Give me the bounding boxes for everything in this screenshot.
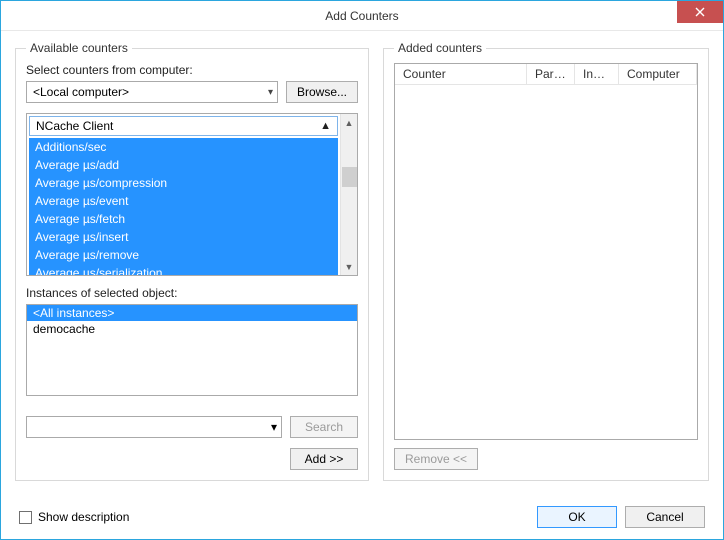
- counters-scrollbar[interactable]: ▲ ▼: [340, 114, 357, 275]
- collapse-icon: ▲: [320, 120, 331, 132]
- added-counters-legend: Added counters: [394, 41, 486, 55]
- checkbox-icon: [19, 511, 32, 524]
- available-counters-group: Available counters Select counters from …: [15, 41, 369, 481]
- computer-combobox-value: <Local computer>: [33, 85, 129, 99]
- column-header[interactable]: Inst...: [575, 64, 619, 84]
- column-header[interactable]: Computer: [619, 64, 697, 84]
- computer-combobox[interactable]: <Local computer> ▾: [26, 81, 278, 103]
- show-description-checkbox[interactable]: Show description: [19, 510, 129, 524]
- added-counters-table[interactable]: CounterParentInst...Computer: [394, 63, 698, 440]
- cancel-button[interactable]: Cancel: [625, 506, 705, 528]
- instances-listbox[interactable]: <All instances>democache: [26, 304, 358, 396]
- counters-listbox[interactable]: NCache Client ▲ Additions/secAverage µs/…: [26, 113, 358, 276]
- available-counters-legend: Available counters: [26, 41, 132, 55]
- titlebar: Add Counters: [1, 1, 723, 31]
- remove-button: Remove <<: [394, 448, 478, 470]
- chevron-down-icon: ▾: [271, 420, 277, 434]
- search-button: Search: [290, 416, 358, 438]
- close-icon: [695, 7, 705, 17]
- counter-item[interactable]: Average µs/compression: [29, 174, 338, 192]
- counter-item[interactable]: Average µs/add: [29, 156, 338, 174]
- show-description-label: Show description: [38, 510, 129, 524]
- instance-item[interactable]: <All instances>: [27, 305, 357, 321]
- chevron-down-icon: ▾: [268, 87, 273, 98]
- window-title: Add Counters: [325, 9, 398, 23]
- counter-item[interactable]: Average µs/event: [29, 192, 338, 210]
- column-header[interactable]: Counter: [395, 64, 527, 84]
- counter-group-name: NCache Client: [36, 119, 113, 133]
- close-button[interactable]: [677, 1, 723, 23]
- added-counters-group: Added counters CounterParentInst...Compu…: [383, 41, 709, 481]
- scroll-down-icon[interactable]: ▼: [341, 258, 357, 275]
- column-header[interactable]: Parent: [527, 64, 575, 84]
- dialog-footer: Show description OK Cancel: [1, 495, 723, 539]
- counter-item[interactable]: Additions/sec: [29, 138, 338, 156]
- add-button[interactable]: Add >>: [290, 448, 358, 470]
- counter-group-header[interactable]: NCache Client ▲: [29, 116, 338, 136]
- ok-button[interactable]: OK: [537, 506, 617, 528]
- instance-item[interactable]: democache: [27, 321, 357, 337]
- counter-item[interactable]: Average µs/fetch: [29, 210, 338, 228]
- browse-button[interactable]: Browse...: [286, 81, 358, 103]
- scroll-thumb[interactable]: [342, 167, 357, 187]
- select-computer-label: Select counters from computer:: [26, 63, 358, 77]
- search-combobox[interactable]: ▾: [26, 416, 282, 438]
- instances-label: Instances of selected object:: [26, 286, 358, 300]
- counter-item[interactable]: Average µs/insert: [29, 228, 338, 246]
- add-counters-dialog: Add Counters Available counters Select c…: [0, 0, 724, 540]
- scroll-up-icon[interactable]: ▲: [341, 114, 357, 131]
- counter-item[interactable]: Average µs/serialization: [29, 264, 338, 275]
- counter-item[interactable]: Average µs/remove: [29, 246, 338, 264]
- added-counters-body: [395, 85, 697, 439]
